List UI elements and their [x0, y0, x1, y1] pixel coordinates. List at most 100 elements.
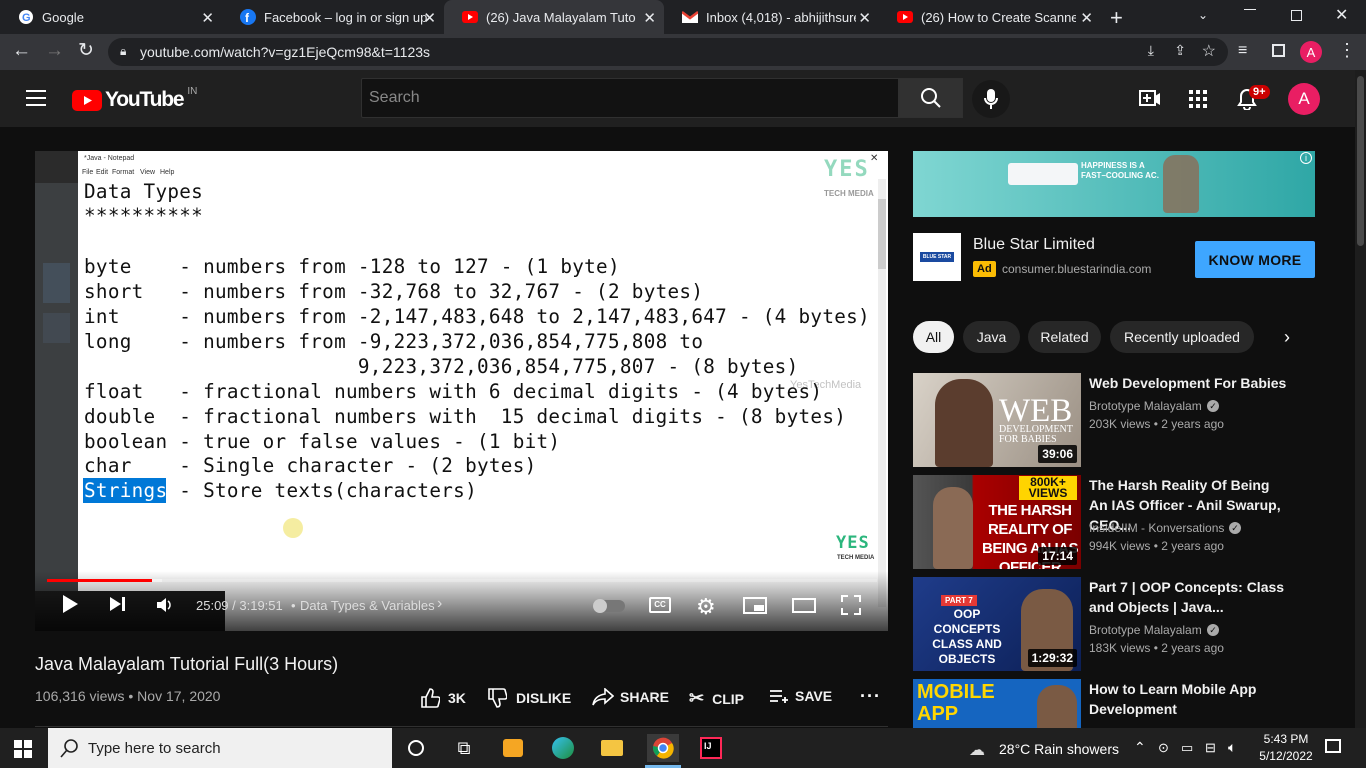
intellij-icon[interactable]: IJ: [697, 734, 725, 762]
video-title[interactable]: Web Development For Babies: [1089, 373, 1289, 393]
recommended-video[interactable]: THE HARSH REALITY OF BEING AN IAS OFFICE…: [913, 475, 1333, 569]
more-actions-icon[interactable]: ···: [860, 686, 881, 707]
dislike-button[interactable]: DISLIKE: [487, 688, 571, 708]
video-duration: 17:14: [1038, 547, 1077, 565]
next-button[interactable]: [109, 596, 127, 617]
channel-name[interactable]: InsideIIM - Konversations: [1089, 521, 1224, 535]
voice-search-button[interactable]: [972, 80, 1010, 118]
thumbnail-badge: 800K+ VIEWS: [1019, 476, 1077, 500]
tab-scanner[interactable]: (26) How to Create Scanner | ✕: [879, 0, 1101, 34]
svg-text:G: G: [22, 12, 31, 24]
minimize-icon[interactable]: [1244, 9, 1256, 10]
search-button[interactable]: [899, 78, 963, 118]
file-explorer-icon[interactable]: [598, 734, 626, 762]
tab-google[interactable]: G Google ✕: [0, 0, 222, 34]
close-tab-icon[interactable]: ✕: [1080, 9, 1093, 27]
close-window-icon[interactable]: ✕: [1335, 5, 1348, 25]
page-scrollbar[interactable]: [1355, 70, 1366, 728]
close-tab-icon[interactable]: ✕: [643, 9, 656, 27]
recommended-video[interactable]: PART 7 OOP CONCEPTS CLASS AND OBJECTS 1:…: [913, 577, 1333, 671]
advertiser-logo[interactable]: BLUE STAR: [913, 233, 961, 281]
recommended-video[interactable]: WEB DEVELOPMENT FOR BABIES 39:06 Web Dev…: [913, 373, 1333, 467]
system-clock[interactable]: 5:43 PM 5/12/2022: [1256, 731, 1316, 765]
fullscreen-icon[interactable]: [841, 595, 861, 620]
edge-icon[interactable]: [549, 734, 577, 762]
know-more-button[interactable]: KNOW MORE: [1195, 241, 1315, 278]
tab-java-tutorial[interactable]: (26) Java Malayalam Tutorial ✕: [444, 0, 664, 34]
video-title[interactable]: How to Learn Mobile App Development: [1089, 679, 1289, 719]
video-title[interactable]: Part 7 | OOP Concepts: Class and Objects…: [1089, 577, 1289, 617]
media-player-icon[interactable]: [499, 734, 527, 762]
network-icon[interactable]: ⊟: [1205, 740, 1216, 756]
channel-name[interactable]: Brototype Malayalam: [1089, 623, 1202, 637]
video-player[interactable]: *Java - Notepad File Edit Format View He…: [35, 151, 888, 631]
chip-all[interactable]: All: [913, 321, 954, 353]
video-thumbnail[interactable]: THE HARSH REALITY OF BEING AN IAS OFFICE…: [913, 475, 1081, 569]
tray-app-icon[interactable]: ⊙: [1158, 740, 1169, 756]
autoplay-toggle[interactable]: [593, 599, 625, 613]
video-thumbnail[interactable]: WEB DEVELOPMENT FOR BABIES 39:06: [913, 373, 1081, 467]
like-button[interactable]: 3K: [420, 688, 466, 708]
chrome-taskbar-icon[interactable]: [647, 734, 679, 762]
channel-name[interactable]: Brototype Malayalam: [1089, 399, 1202, 413]
advertiser-name[interactable]: Blue Star Limited: [973, 236, 1095, 254]
miniplayer-icon[interactable]: [743, 597, 767, 614]
profile-avatar[interactable]: A: [1300, 41, 1322, 63]
battery-icon[interactable]: ▭: [1181, 740, 1193, 756]
windows-start-icon[interactable]: [14, 740, 32, 763]
chip-recently-uploaded[interactable]: Recently uploaded: [1110, 321, 1254, 353]
ad-banner-text: HAPPINESS IS A FAST–COOLING AC.: [1081, 161, 1159, 180]
tab-gmail[interactable]: Inbox (4,018) - abhijithsuresh ✕: [664, 0, 879, 34]
restore-icon[interactable]: [1291, 10, 1302, 21]
create-video-icon[interactable]: [1139, 90, 1161, 113]
ad-info-icon[interactable]: i: [1300, 152, 1312, 164]
share-button[interactable]: SHARE: [592, 688, 669, 706]
speaker-icon[interactable]: 🔈︎: [1228, 739, 1236, 756]
microphone-icon: [984, 89, 998, 109]
settings-gear-icon[interactable]: ⚙: [696, 594, 716, 620]
volume-button[interactable]: [156, 597, 174, 618]
save-button[interactable]: SAVE: [769, 688, 832, 704]
search-input[interactable]: Search: [361, 78, 899, 118]
show-hidden-icons-icon[interactable]: ⌃: [1134, 739, 1146, 756]
chapter-title[interactable]: Data Types & Variables: [300, 598, 435, 613]
recommended-video[interactable]: MOBILE APP DEVELOPMENT How to Learn Mobi…: [913, 679, 1333, 728]
account-avatar[interactable]: A: [1288, 83, 1320, 115]
chip-java[interactable]: Java: [963, 321, 1020, 353]
close-tab-icon[interactable]: ✕: [858, 9, 871, 27]
ad-banner[interactable]: HAPPINESS IS A FAST–COOLING AC. i: [913, 151, 1315, 217]
progress-track[interactable]: [47, 579, 877, 582]
install-icon[interactable]: ⤓: [1148, 42, 1154, 59]
bookmark-star-icon[interactable]: ☆: [1202, 41, 1216, 61]
theater-mode-icon[interactable]: [792, 598, 816, 613]
reload-icon[interactable]: ↻: [78, 39, 94, 62]
share-page-icon[interactable]: ⇪: [1174, 42, 1186, 59]
cortana-icon[interactable]: [402, 734, 430, 762]
menu-dots-icon[interactable]: ⋮: [1338, 40, 1356, 61]
back-icon[interactable]: ←: [12, 40, 31, 62]
address-bar[interactable]: 🔒︎ youtube.com/watch?v=gz1EjeQcm98&t=112…: [108, 38, 1228, 66]
new-tab-button[interactable]: +: [1110, 5, 1123, 31]
apps-grid-icon[interactable]: [1189, 90, 1207, 113]
video-thumbnail[interactable]: MOBILE APP DEVELOPMENT: [913, 679, 1081, 728]
youtube-logo[interactable]: YouTube IN: [72, 86, 197, 112]
play-button[interactable]: [61, 594, 79, 619]
tab-search-icon[interactable]: ⌄: [1198, 8, 1208, 22]
media-control-icon[interactable]: ≡: [1238, 42, 1247, 60]
chips-next-chevron-icon[interactable]: ›: [1284, 327, 1290, 348]
task-view-icon[interactable]: ⧉: [450, 734, 478, 762]
weather-text[interactable]: 28°C Rain showers: [999, 741, 1119, 757]
sidepanel-icon[interactable]: [1272, 44, 1285, 57]
captions-icon[interactable]: CC: [649, 597, 671, 613]
taskbar-search-input[interactable]: Type here to search: [48, 728, 392, 768]
clip-button[interactable]: ✂ CLIP: [689, 688, 744, 709]
close-tab-icon[interactable]: ✕: [201, 9, 214, 27]
chip-related[interactable]: Related: [1028, 321, 1101, 353]
tab-facebook[interactable]: f Facebook – log in or sign up ✕: [222, 0, 444, 34]
notification-center-icon[interactable]: [1325, 739, 1341, 753]
video-thumbnail[interactable]: PART 7 OOP CONCEPTS CLASS AND OBJECTS 1:…: [913, 577, 1081, 671]
close-tab-icon[interactable]: ✕: [423, 9, 436, 27]
hamburger-menu-icon[interactable]: [26, 90, 46, 106]
notepad-menu-format: Format: [112, 169, 135, 176]
forward-icon[interactable]: →: [45, 40, 64, 62]
